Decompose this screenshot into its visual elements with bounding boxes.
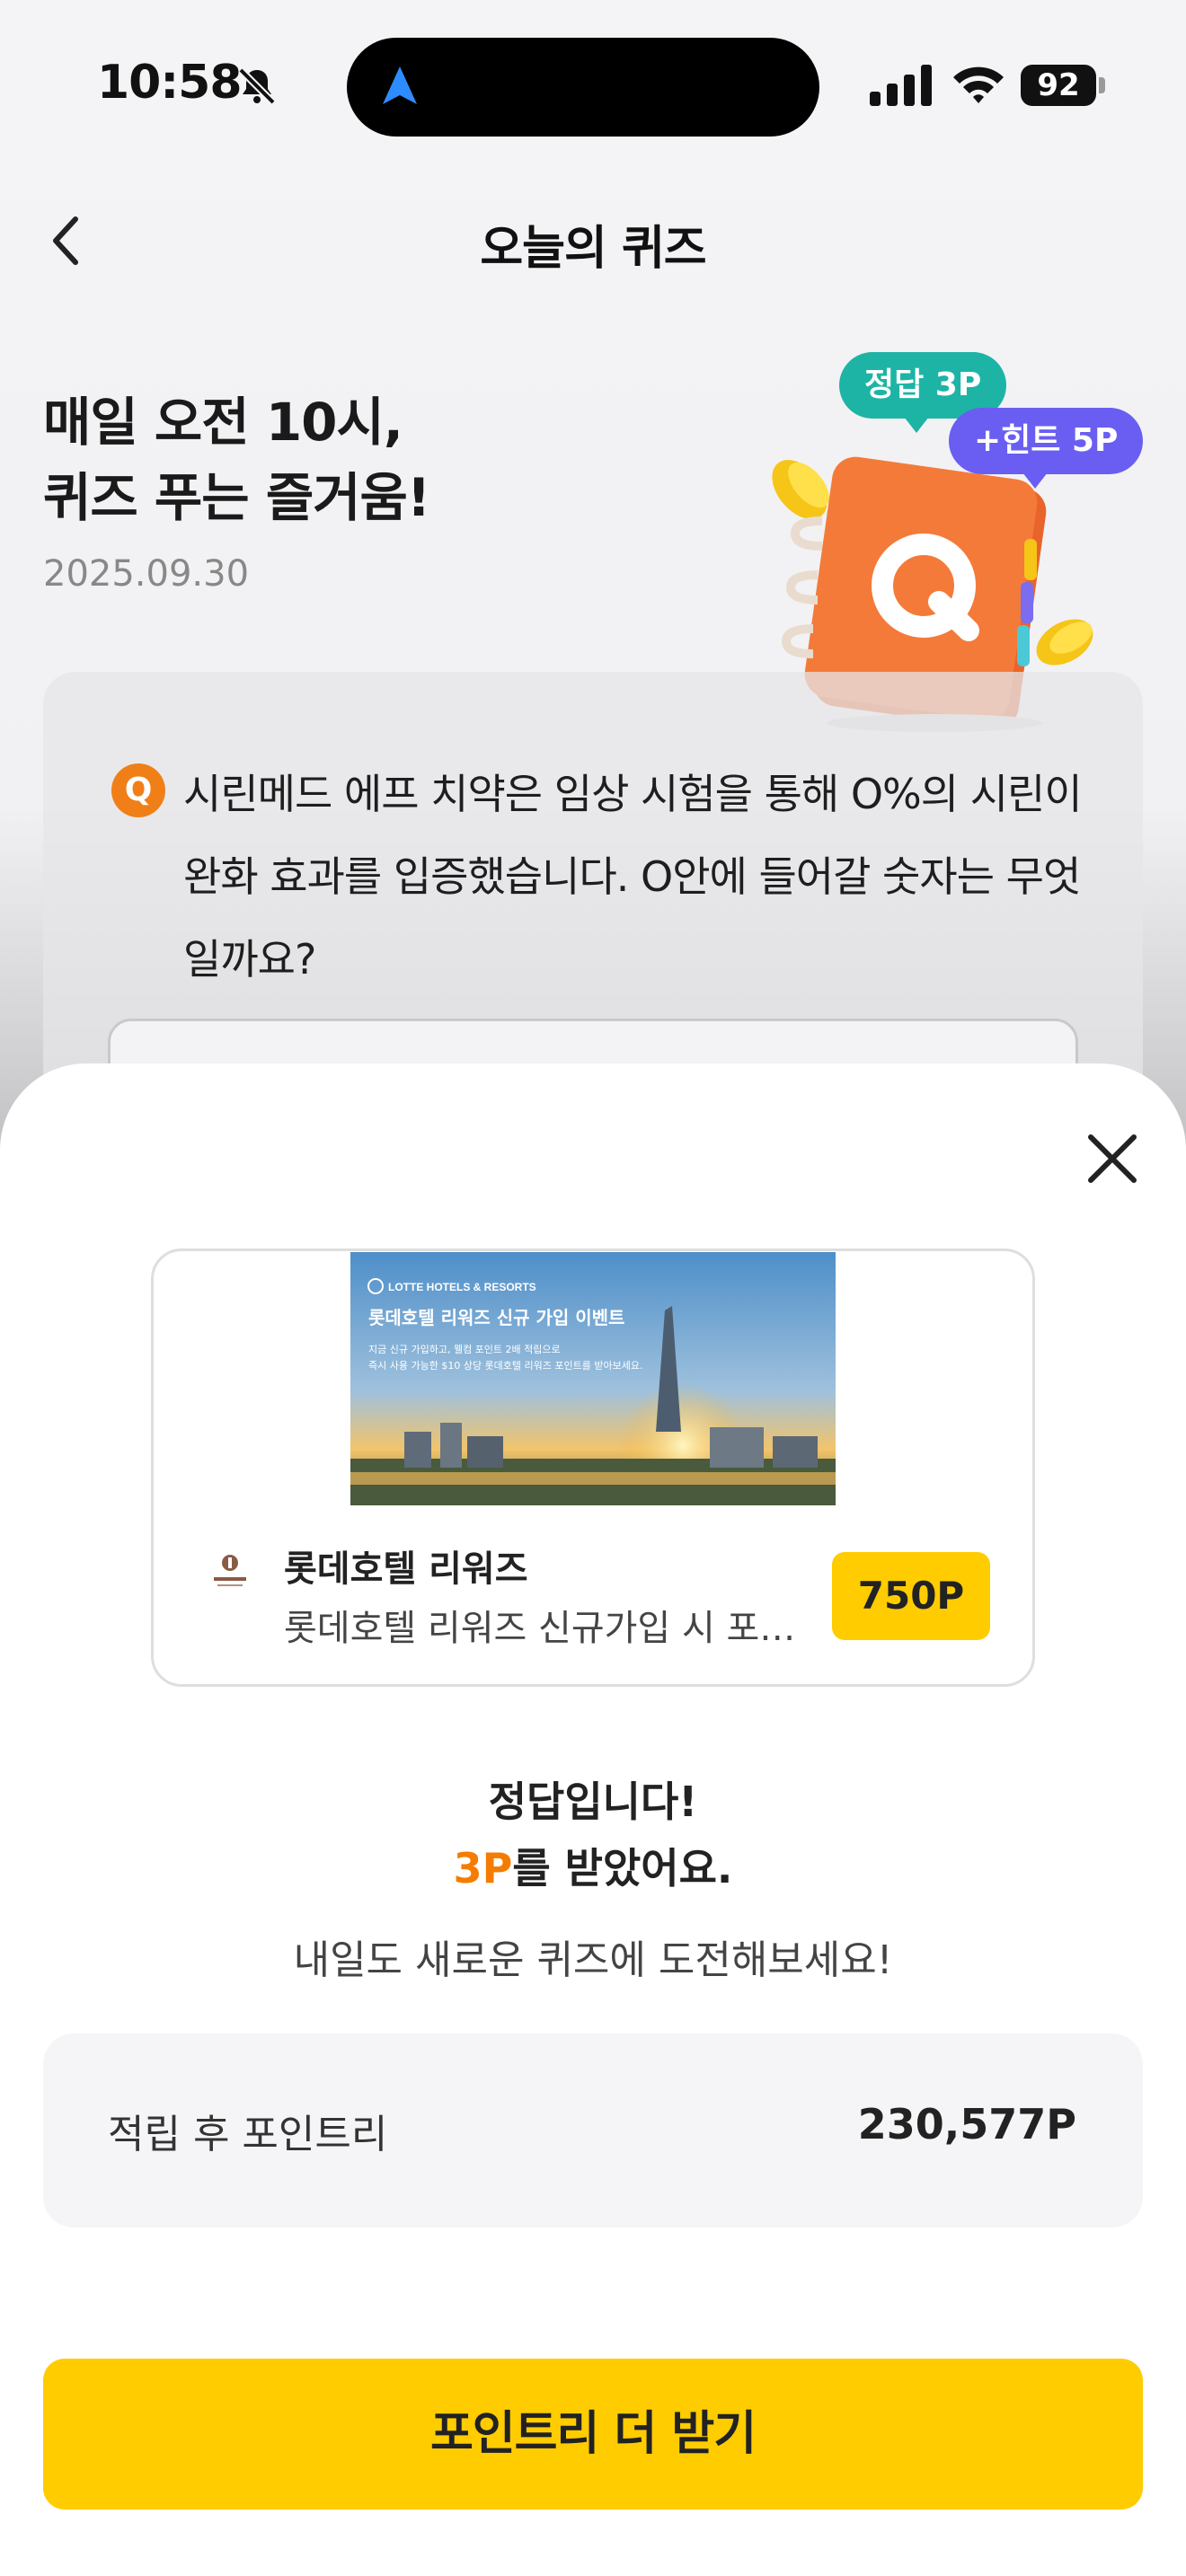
location-arrow-icon <box>383 66 417 104</box>
quiz-date: 2025.09.30 <box>43 553 250 595</box>
lotte-logo-icon <box>214 1555 246 1586</box>
page-title: 오늘의 퀴즈 <box>480 222 706 276</box>
battery-level: 92 <box>1021 65 1096 106</box>
hero-title-line1: 매일 오전 10시, <box>43 392 403 453</box>
get-more-points-button[interactable]: 포인트리 더 받기 <box>43 2359 1143 2510</box>
hint-points-badge: +힌트 5P <box>949 408 1144 489</box>
wifi-icon <box>953 66 1004 103</box>
quiz-question: 시린메드 에프 치약은 임상 시험을 통해 O%의 시린이 완화 효과를 입증했… <box>183 770 1083 984</box>
battery-indicator: 92 <box>1021 65 1105 106</box>
ad-banner-line2: 즉시 사용 가능한 $10 상당 롯데호텔 리워즈 포인트를 받아보세요. <box>368 1360 642 1372</box>
result-correct-text: 정답입니다! <box>488 1778 698 1826</box>
ad-advertiser-name: 롯데호텔 리워즈 <box>284 1548 528 1590</box>
points-summary-value: 230,577P <box>857 2100 1076 2148</box>
ad-banner-line1: 지금 신규 가입하고, 웰컴 포인트 2배 적립으로 <box>368 1343 561 1355</box>
hero-title: 매일 오전 10시, 퀴즈 푸는 즐거움! <box>43 384 546 535</box>
ad-banner-brand: LOTTE HOTELS & RESORTS <box>388 1281 536 1293</box>
earned-points: 3P <box>453 1844 513 1892</box>
close-icon[interactable] <box>1078 1125 1146 1193</box>
hero-title-line2: 퀴즈 푸는 즐거움! <box>43 467 430 528</box>
cellular-signal-icon <box>870 65 932 106</box>
status-time: 10:58 <box>97 56 243 110</box>
result-encourage-text: 내일도 새로운 퀴즈에 도전해보세요! <box>293 1937 893 1983</box>
question-q-icon: Q <box>111 763 165 817</box>
result-points-text: 3P를 받았어요. <box>0 1836 1186 1895</box>
points-summary-label: 적립 후 포인트리 <box>108 2112 388 2157</box>
ad-description: 롯데호텔 리워즈 신규가입 시 포인트 적립 <box>284 1608 814 1649</box>
earned-points-suffix: 를 받았어요. <box>512 1844 733 1892</box>
ad-banner-image[interactable]: LOTTE HOTELS & RESORTS 롯데호텔 리워즈 신규 가입 이벤… <box>350 1252 836 1505</box>
battery-cap <box>1099 77 1105 93</box>
ad-points-button[interactable]: 750P <box>832 1552 990 1640</box>
ad-banner-title: 롯데호텔 리워즈 신규 가입 이벤트 <box>368 1307 624 1328</box>
bell-muted-icon <box>238 67 276 105</box>
